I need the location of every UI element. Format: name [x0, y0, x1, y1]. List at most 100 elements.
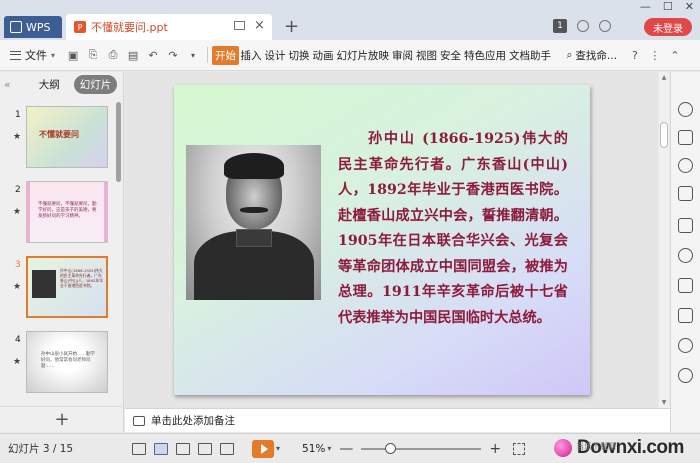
slide-thumb-1[interactable]: 1 ★ 不懂就要问: [0, 102, 116, 177]
help-question-icon[interactable]: ?: [627, 47, 643, 63]
wps-tab-label: WPS: [26, 20, 51, 34]
portrait-collar: [236, 229, 272, 247]
notes-view-icon[interactable]: [132, 442, 146, 455]
collapse-panel-icon[interactable]: «: [4, 78, 11, 91]
tab-ribbon-8[interactable]: 安全: [439, 48, 463, 63]
hamburger-icon: [10, 50, 21, 60]
document-tab[interactable]: P 不懂就要问.ppt ×: [66, 14, 272, 40]
tab-ribbon-10[interactable]: 文档助手: [508, 48, 553, 63]
print-preview-icon[interactable]: ▤: [125, 47, 141, 63]
skin-icon[interactable]: [577, 20, 589, 32]
maximize-icon[interactable]: ☐: [663, 0, 673, 13]
tab-outline[interactable]: 大纲: [33, 75, 66, 94]
slide-thumbnail[interactable]: 不懂就要问，不懂就要问，勤学好问，这是孩子的美德，要发扬好问的学习精神。: [26, 181, 108, 243]
slide-panel-scrollbar[interactable]: [116, 102, 121, 182]
watermark-sub: 当乐下载网: [576, 442, 616, 451]
redo-icon[interactable]: ↷: [165, 47, 181, 63]
file-menu-button[interactable]: 文件 ▾: [0, 47, 63, 63]
canvas-scrollbar[interactable]: ▲ ▼: [659, 72, 669, 408]
scroll-down-icon[interactable]: ▼: [659, 399, 669, 406]
sliders-icon[interactable]: [678, 186, 693, 201]
minimize-icon[interactable]: —: [640, 0, 651, 13]
notes-placeholder: 单击此处添加备注: [151, 415, 235, 427]
reading-view-icon[interactable]: [198, 442, 212, 455]
zoom-in-icon[interactable]: +: [489, 441, 501, 457]
current-slide[interactable]: 孙中山 (1866-1925)伟大的民主革命先行者。广东香山(中山)人，1892…: [174, 85, 590, 395]
rehearse-icon[interactable]: [220, 442, 234, 455]
tab-slides[interactable]: 幻灯片: [73, 74, 118, 94]
notes-pane[interactable]: 单击此处添加备注: [125, 408, 670, 432]
scroll-up-icon[interactable]: ▲: [659, 74, 669, 81]
close-window-icon[interactable]: ✕: [685, 0, 694, 13]
slide-number: 1: [15, 110, 21, 120]
close-tab-icon[interactable]: ×: [254, 18, 265, 33]
search-command[interactable]: ⌕ 查找命...: [567, 48, 617, 63]
screen-icon[interactable]: [234, 21, 245, 30]
thumb-text: 不懂就要问，不懂就要问，勤学好问，这是孩子的美德，要发扬好问的学习精神。: [38, 202, 97, 219]
more-icon[interactable]: ⋮: [647, 47, 663, 63]
new-tab-icon[interactable]: +: [284, 16, 299, 37]
tab-ribbon-3[interactable]: 切换: [287, 48, 311, 63]
tab-ribbon-9[interactable]: 特色应用: [463, 48, 508, 63]
collapse-ribbon-icon[interactable]: ⌃: [667, 47, 683, 63]
tab-ribbon-2[interactable]: 设计: [263, 48, 287, 63]
chevron-down-icon: ▾: [51, 50, 56, 60]
slide-count: 幻灯片 3 / 15: [8, 443, 74, 455]
watermark: Downxi.com 当乐下载网: [548, 434, 700, 462]
tab-ribbon-7[interactable]: 视图: [415, 48, 439, 63]
help-icon[interactable]: [599, 20, 611, 32]
slide-number: 3: [15, 260, 21, 270]
zoom-chevron-icon[interactable]: ▾: [327, 444, 331, 453]
customize-icon[interactable]: ▾: [185, 47, 201, 63]
export-icon[interactable]: [678, 278, 693, 293]
layout-icon[interactable]: [678, 218, 693, 233]
tab-ribbon-0[interactable]: 开始: [212, 45, 240, 65]
slide-thumbnail[interactable]: 不懂就要问: [26, 106, 108, 168]
shape-icon[interactable]: [678, 158, 693, 173]
slide-body-text[interactable]: 孙中山 (1866-1925)伟大的民主革命先行者。广东香山(中山)人，1892…: [338, 127, 568, 331]
zoom-slider[interactable]: [361, 442, 482, 454]
undo-icon[interactable]: ↶: [145, 47, 161, 63]
canvas-scroll-thumb[interactable]: [660, 122, 668, 148]
portrait-image[interactable]: [186, 145, 321, 300]
animation-star-icon: ★: [13, 207, 22, 217]
fit-window-icon[interactable]: [513, 442, 526, 455]
main-toolbar: 文件 ▾ ▣ ⎘ ⎙ ▤ ↶ ↷ ▾ 开始 插入 设计 切换 动画 幻灯片放映 审阅 视图 安全…: [0, 40, 700, 71]
window-count-badge[interactable]: 1: [553, 19, 567, 33]
slide-canvas: 孙中山 (1866-1925)伟大的民主革命先行者。广东香山(中山)人，1892…: [125, 72, 658, 408]
navigation-icon[interactable]: [678, 368, 693, 383]
login-button[interactable]: 未登录: [644, 18, 692, 36]
print-icon[interactable]: ⎙: [105, 47, 121, 63]
document-tab-title: 不懂就要问.ppt: [91, 21, 168, 34]
zoom-out-icon[interactable]: —: [339, 441, 353, 457]
slide-thumbnail-list: 1 ★ 不懂就要问 2 ★ 不懂就要问，不懂就要问，勤学好问，这是孩子的美德，要…: [0, 102, 116, 402]
slide-thumb-2[interactable]: 2 ★ 不懂就要问，不懂就要问，勤学好问，这是孩子的美德，要发扬好问的学习精神。: [0, 177, 116, 252]
slide-sorter-icon[interactable]: [176, 442, 190, 455]
slide-thumbnail[interactable]: 孙中山很小就开始……勤学好问，他常常会问老师问题……: [26, 331, 108, 393]
tab-ribbon-1[interactable]: 插入: [239, 48, 263, 63]
tab-ribbon-4[interactable]: 动画: [311, 48, 335, 63]
tab-ribbon-6[interactable]: 审阅: [391, 48, 415, 63]
export-pdf-icon[interactable]: ⎘: [85, 47, 101, 63]
star-icon[interactable]: [678, 248, 693, 263]
settings-icon[interactable]: [678, 102, 693, 117]
image-icon[interactable]: [678, 308, 693, 323]
zoom-slider-knob[interactable]: [385, 442, 397, 454]
comment-icon[interactable]: [678, 338, 693, 353]
copy-icon[interactable]: [678, 130, 693, 145]
slide-thumb-4[interactable]: 4 ★ 孙中山很小就开始……勤学好问，他常常会问老师问题……: [0, 327, 116, 402]
slide-thumb-3[interactable]: 3 ★ 孙中山(1866-1925)伟大的民主革命先行者。广东香山(中山)人，1…: [0, 252, 116, 327]
title-bar: WPS P 不懂就要问.ppt × + 1 未登录 — ☐ ✕: [0, 0, 700, 40]
portrait-hair: [224, 153, 284, 179]
zoom-level[interactable]: 51%: [302, 443, 325, 455]
play-options-chevron-icon[interactable]: ▾: [276, 444, 280, 453]
add-slide-button[interactable]: +: [0, 406, 124, 432]
normal-view-icon[interactable]: [154, 442, 168, 455]
portrait-mustache: [240, 207, 268, 213]
tab-ribbon-5[interactable]: 幻灯片放映: [335, 48, 391, 63]
play-slideshow-button[interactable]: [252, 439, 274, 458]
slide-panel-header: « 大纲 幻灯片: [0, 72, 123, 96]
save-icon[interactable]: ▣: [65, 47, 81, 63]
slide-thumbnail-selected[interactable]: 孙中山(1866-1925)伟大的民主革命先行者。广东香山(中山)人，1892年…: [26, 256, 108, 318]
wps-home-tab[interactable]: WPS: [4, 16, 62, 38]
